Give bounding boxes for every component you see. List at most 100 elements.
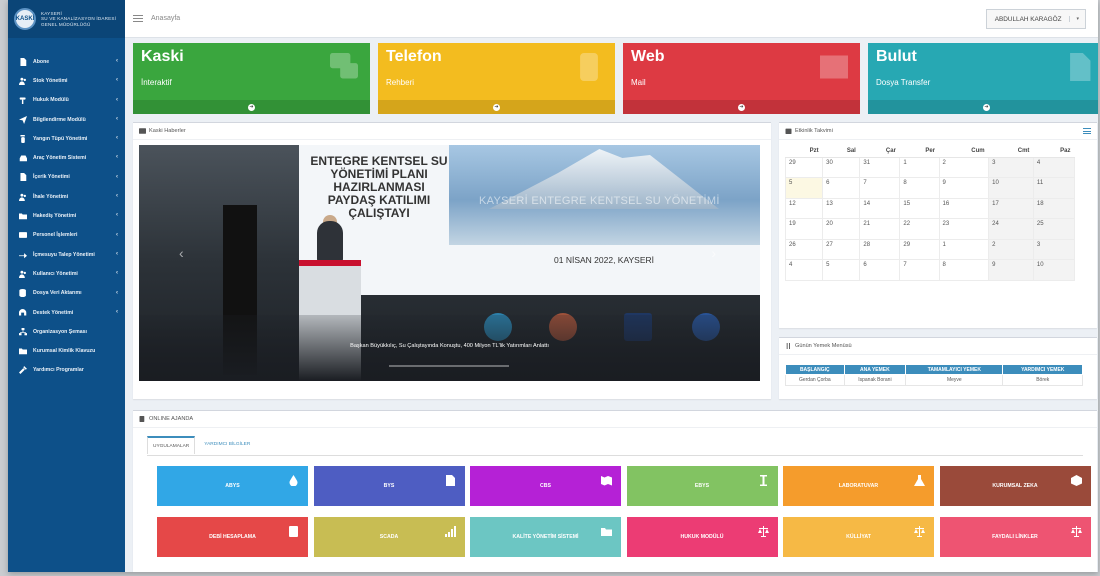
info-box[interactable]: Kaski İnteraktif ➜ bbox=[133, 43, 370, 114]
sidebar-item[interactable]: İçmesuyu Talep Yönetimi ‹ bbox=[8, 245, 125, 264]
info-box[interactable]: Web Mail ➜ bbox=[623, 43, 860, 114]
calendar-day-cell[interactable]: 31 bbox=[859, 156, 901, 178]
app-button[interactable]: SCADA bbox=[313, 517, 465, 557]
calendar-day-cell[interactable]: 7 bbox=[899, 259, 940, 281]
chevron-left-icon: ‹ bbox=[116, 308, 118, 315]
calendar-day-cell[interactable]: 30 bbox=[822, 156, 861, 178]
sidebar-item[interactable]: İçerik Yönetimi ‹ bbox=[8, 168, 125, 187]
calendar-day-cell[interactable]: 1 bbox=[899, 156, 940, 178]
app-button[interactable]: LABORATUVAR bbox=[783, 466, 934, 506]
sidebar-item[interactable]: Hukuk Modülü ‹ bbox=[8, 91, 125, 110]
user-menu-button[interactable]: ABDULLAH KARAGÖZ ▾ bbox=[985, 9, 1086, 29]
sidebar-item[interactable]: Personel İşlemleri ‹ bbox=[8, 226, 125, 245]
app-button[interactable]: BYS bbox=[313, 466, 465, 506]
calendar-day-cell[interactable]: 19 bbox=[784, 218, 824, 240]
info-box-more-link[interactable]: ➜ bbox=[623, 100, 860, 114]
calendar-day-cell[interactable]: 4 bbox=[1032, 156, 1076, 178]
calendar-day-cell[interactable]: 2 bbox=[938, 156, 990, 178]
calendar-day-cell[interactable]: 21 bbox=[859, 218, 901, 240]
calendar-day-cell[interactable]: 13 bbox=[822, 197, 861, 219]
calendar-day-cell[interactable]: 15 bbox=[899, 197, 940, 219]
sidebar-item[interactable]: Kullanıcı Yönetimi ‹ bbox=[8, 264, 125, 283]
calendar-day-cell[interactable]: 2 bbox=[988, 238, 1034, 260]
calendar-day-cell[interactable]: 27 bbox=[822, 238, 861, 260]
calendar-day-cell[interactable]: 22 bbox=[899, 218, 940, 240]
calendar-day-cell[interactable]: 5 bbox=[822, 259, 861, 281]
app-button[interactable]: EBYS bbox=[626, 466, 778, 506]
user-name: ABDULLAH KARAGÖZ bbox=[994, 15, 1062, 23]
id-card-icon bbox=[18, 231, 27, 239]
calendar-day-cell[interactable]: 20 bbox=[822, 218, 861, 240]
calendar-day-cell[interactable]: 29 bbox=[899, 238, 940, 260]
info-box-more-link[interactable]: ➜ bbox=[868, 100, 1098, 114]
sidebar-item[interactable]: Destek Yönetimi ‹ bbox=[8, 303, 125, 322]
sidebar-item[interactable]: Stok Yönetimi ‹ bbox=[8, 71, 125, 90]
news-carousel[interactable]: ENTEGRE KENTSEL SU YÖNETİMİ PLANI HAZIRL… bbox=[139, 145, 760, 381]
list-view-icon[interactable] bbox=[1083, 127, 1091, 135]
calendar-day-cell[interactable]: 18 bbox=[1032, 197, 1076, 219]
calendar-day-cell[interactable]: 11 bbox=[1032, 177, 1076, 199]
menu-column-header: TAMAMLAYICI YEMEK bbox=[905, 364, 1004, 375]
calendar-day-cell[interactable]: 5 bbox=[784, 177, 824, 199]
calendar-day-cell[interactable]: 9 bbox=[988, 259, 1034, 281]
calendar-day-cell[interactable]: 8 bbox=[938, 259, 990, 281]
agenda-tab[interactable]: UYGULAMALAR bbox=[147, 436, 196, 454]
info-box-more-link[interactable]: ➜ bbox=[133, 100, 370, 114]
app-button[interactable]: DEBİ HESAPLAMA bbox=[157, 517, 308, 557]
sidebar-item[interactable]: Hakediş Yönetimi ‹ bbox=[8, 206, 125, 225]
chevron-left-icon: ‹ bbox=[116, 115, 118, 122]
app-button[interactable]: HUKUK MODÜLÜ bbox=[626, 517, 778, 557]
sidebar-item[interactable]: Organizasyon Şeması bbox=[8, 322, 125, 341]
calendar-day-cell[interactable]: 26 bbox=[784, 238, 824, 260]
sidebar-item-label: Hukuk Modülü bbox=[33, 97, 69, 104]
calendar-day-cell[interactable]: 4 bbox=[784, 259, 824, 281]
calendar-day-cell[interactable]: 6 bbox=[859, 259, 901, 281]
calendar-day-cell[interactable]: 10 bbox=[988, 177, 1034, 199]
brand[interactable]: KASKİ KAYSERİ SU VE KANALİZASYON İDARESİ… bbox=[8, 0, 125, 38]
app-button[interactable]: KALİTE YÖNETİM SİSTEMİ bbox=[470, 517, 621, 557]
news-caption[interactable]: Başkan Büyükkılıç, Su Çalıştayında Konuş… bbox=[139, 343, 760, 349]
agenda-tab[interactable]: YARDIMCI BİLGİLER bbox=[199, 436, 255, 454]
calendar-day-cell[interactable]: 1 bbox=[938, 238, 990, 260]
calendar-day-cell[interactable]: 6 bbox=[822, 177, 861, 199]
calendar-day-cell[interactable]: 7 bbox=[859, 177, 901, 199]
carousel-next-icon[interactable]: › bbox=[711, 245, 716, 261]
carousel-indicators[interactable] bbox=[389, 365, 509, 367]
app-button[interactable]: FAYDALI LİNKLER bbox=[939, 517, 1091, 557]
calendar-day-cell[interactable]: 9 bbox=[938, 177, 990, 199]
calendar-day-cell[interactable]: 8 bbox=[899, 177, 940, 199]
sidebar-item[interactable]: Abone ‹ bbox=[8, 52, 125, 71]
app-button[interactable]: KÜLLİYAT bbox=[783, 517, 934, 557]
hamburger-menu-icon[interactable] bbox=[133, 14, 143, 24]
info-box[interactable]: Telefon Rehberi ➜ bbox=[378, 43, 615, 114]
calendar-day-cell[interactable]: 29 bbox=[784, 156, 824, 178]
calendar-day-cell[interactable]: 10 bbox=[1032, 259, 1076, 281]
calendar-day-cell[interactable]: 14 bbox=[859, 197, 901, 219]
calendar-day-cell[interactable]: 25 bbox=[1032, 218, 1076, 240]
sidebar-item[interactable]: Bilgilendirme Modülü ‹ bbox=[8, 110, 125, 129]
sidebar-item[interactable]: İhale Yönetimi ‹ bbox=[8, 187, 125, 206]
file-icon bbox=[18, 173, 27, 182]
app-button[interactable]: ABYS bbox=[157, 466, 308, 506]
calendar-day-cell[interactable]: 3 bbox=[1032, 238, 1076, 260]
sidebar-item[interactable]: Kurumsal Kimlik Klavuzu bbox=[8, 341, 125, 360]
news-panel: Kaski Haberler ENTEGRE KENTSEL SU YÖNETİ… bbox=[133, 122, 771, 399]
sidebar-item[interactable]: Yardımcı Programlar bbox=[8, 361, 125, 380]
info-box-more-link[interactable]: ➜ bbox=[378, 100, 615, 114]
app-button[interactable]: CBS bbox=[470, 466, 621, 506]
info-box-subtitle: Rehberi bbox=[386, 78, 415, 87]
carousel-prev-icon[interactable]: ‹ bbox=[179, 245, 184, 261]
sidebar-item[interactable]: Araç Yönetim Sistemi ‹ bbox=[8, 148, 125, 167]
sidebar-item[interactable]: Yangın Tüpü Yönetimi ‹ bbox=[8, 129, 125, 148]
calendar-day-cell[interactable]: 17 bbox=[988, 197, 1034, 219]
calendar-day-cell[interactable]: 12 bbox=[784, 197, 824, 219]
breadcrumb[interactable]: Anasayfa bbox=[151, 15, 180, 22]
app-button[interactable]: KURUMSAL ZEKA bbox=[939, 466, 1091, 506]
calendar-day-cell[interactable]: 23 bbox=[938, 218, 990, 240]
calendar-day-cell[interactable]: 3 bbox=[988, 156, 1034, 178]
calendar-day-cell[interactable]: 16 bbox=[938, 197, 990, 219]
calendar-day-cell[interactable]: 28 bbox=[859, 238, 901, 260]
sidebar-item[interactable]: Dosya Veri Aktarımı ‹ bbox=[8, 284, 125, 303]
calendar-day-cell[interactable]: 24 bbox=[988, 218, 1034, 240]
info-box[interactable]: Bulut Dosya Transfer ➜ bbox=[868, 43, 1098, 114]
